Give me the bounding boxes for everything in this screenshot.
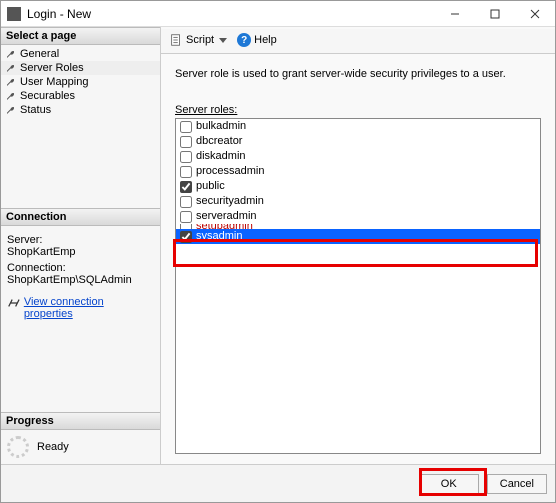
view-connection-properties-link[interactable]: View connection properties <box>24 296 154 320</box>
right-pane: Script ? Help Server role is used to gra… <box>161 27 555 464</box>
maximize-button[interactable] <box>475 2 515 26</box>
select-page-header: Select a page <box>1 27 160 45</box>
titlebar: Login - New <box>1 1 555 27</box>
role-checkbox[interactable] <box>180 196 192 208</box>
script-label: Script <box>186 34 214 46</box>
help-icon: ? <box>237 33 251 47</box>
role-item-public[interactable]: public <box>176 179 540 194</box>
script-icon <box>169 33 183 47</box>
connection-icon <box>7 297 21 309</box>
left-pane: Select a page General Server Roles User … <box>1 27 161 464</box>
progress-spinner-icon <box>7 436 29 458</box>
connection-block: Server: ShopKartEmp Connection: ShopKart… <box>1 226 160 292</box>
wrench-icon <box>5 91 16 102</box>
role-checkbox[interactable] <box>180 151 192 163</box>
page-item-status[interactable]: Status <box>1 103 160 117</box>
role-checkbox[interactable] <box>180 121 192 133</box>
page-item-general[interactable]: General <box>1 47 160 61</box>
description-text: Server role is used to grant server-wide… <box>175 68 541 80</box>
wrench-icon <box>5 77 16 88</box>
role-checkbox[interactable] <box>180 211 192 223</box>
chevron-down-icon <box>219 38 227 43</box>
role-item-dbcreator[interactable]: dbcreator <box>176 134 540 149</box>
role-label: securityadmin <box>196 194 264 209</box>
cancel-button[interactable]: Cancel <box>487 474 547 494</box>
role-item-sysadmin[interactable]: sysadmin <box>176 229 540 244</box>
script-button[interactable]: Script <box>169 33 227 47</box>
role-label: public <box>196 179 225 194</box>
progress-status: Ready <box>37 441 69 453</box>
server-label: Server: <box>7 234 154 246</box>
minimize-button[interactable] <box>435 2 475 26</box>
page-list: General Server Roles User Mapping Secura… <box>1 45 160 119</box>
connection-value: ShopKartEmp\SQLAdmin <box>7 274 154 286</box>
page-item-user-mapping[interactable]: User Mapping <box>1 75 160 89</box>
ok-button[interactable]: OK <box>419 474 479 494</box>
connection-header: Connection <box>1 208 160 226</box>
footer: OK Cancel <box>1 464 555 502</box>
server-roles-listbox[interactable]: bulkadmin dbcreator diskadmin processadm… <box>175 118 541 454</box>
page-label: General <box>20 48 59 60</box>
role-item-processadmin[interactable]: processadmin <box>176 164 540 179</box>
role-checkbox[interactable] <box>180 136 192 148</box>
app-icon <box>7 7 21 21</box>
role-label: diskadmin <box>196 149 246 164</box>
role-item-securityadmin[interactable]: securityadmin <box>176 194 540 209</box>
wrench-icon <box>5 105 16 116</box>
connection-label: Connection: <box>7 262 154 274</box>
page-label: User Mapping <box>20 76 88 88</box>
role-checkbox[interactable] <box>180 224 192 229</box>
role-item-serveradmin[interactable]: serveradmin <box>176 209 540 224</box>
help-button[interactable]: ? Help <box>237 33 277 47</box>
progress-row: Ready <box>1 430 160 464</box>
role-label: serveradmin <box>196 209 257 224</box>
role-label: processadmin <box>196 164 264 179</box>
progress-header: Progress <box>1 412 160 430</box>
server-roles-label: Server roles: <box>175 104 541 116</box>
role-label: dbcreator <box>196 134 242 149</box>
wrench-icon <box>5 63 16 74</box>
role-checkbox[interactable] <box>180 166 192 178</box>
role-label: bulkadmin <box>196 119 246 134</box>
role-checkbox[interactable] <box>180 231 192 243</box>
role-label: sysadmin <box>196 229 242 244</box>
page-label: Server Roles <box>20 62 84 74</box>
role-item-diskadmin[interactable]: diskadmin <box>176 149 540 164</box>
wrench-icon <box>5 49 16 60</box>
window-title: Login - New <box>27 7 435 21</box>
page-item-server-roles[interactable]: Server Roles <box>1 61 160 75</box>
page-label: Securables <box>20 90 75 102</box>
server-value: ShopKartEmp <box>7 246 154 258</box>
role-checkbox[interactable] <box>180 181 192 193</box>
page-item-securables[interactable]: Securables <box>1 89 160 103</box>
close-button[interactable] <box>515 2 555 26</box>
help-label: Help <box>254 34 277 46</box>
page-label: Status <box>20 104 51 116</box>
role-item-bulkadmin[interactable]: bulkadmin <box>176 119 540 134</box>
toolbar: Script ? Help <box>161 29 555 54</box>
